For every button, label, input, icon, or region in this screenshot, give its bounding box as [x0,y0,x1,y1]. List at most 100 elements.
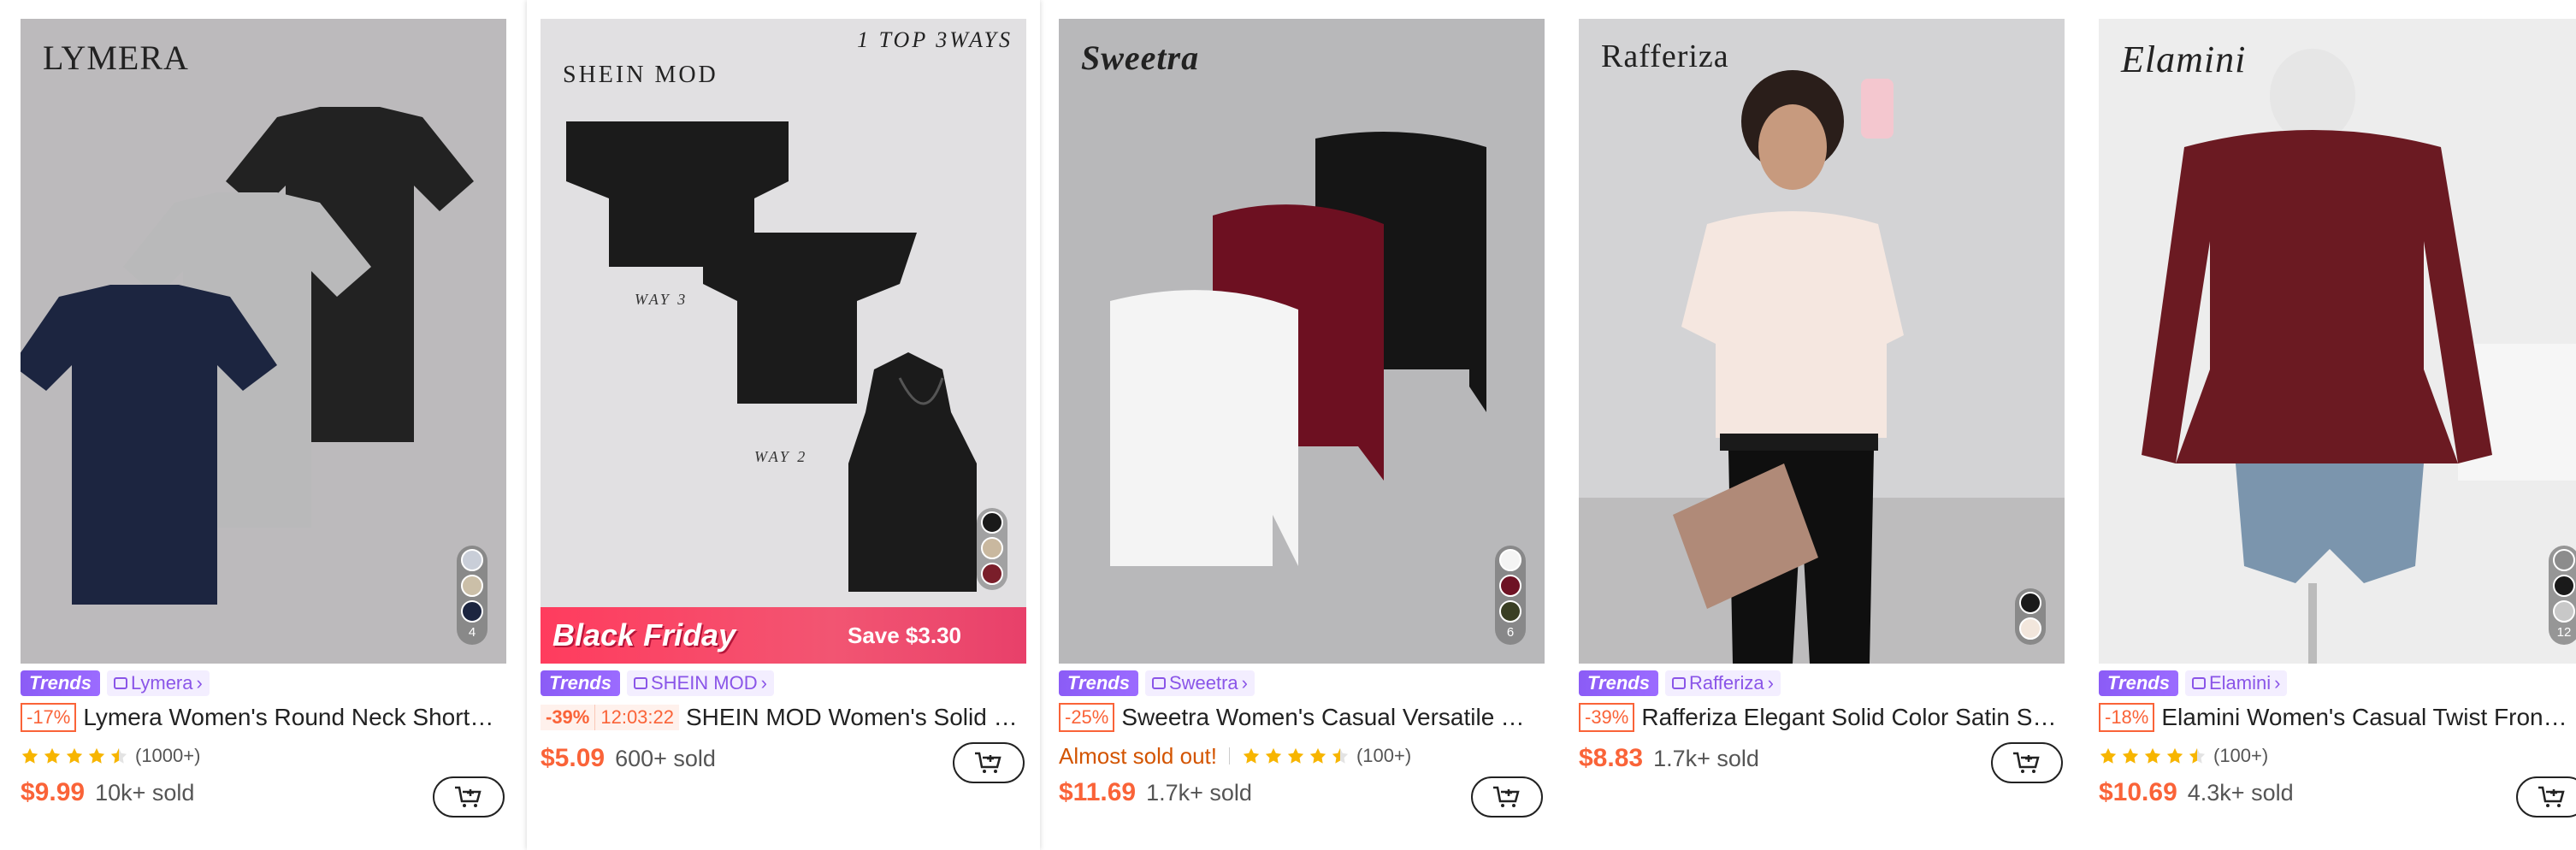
add-to-cart-button[interactable] [1991,742,2063,783]
tag-row: Trends Rafferiza › [1579,670,1781,696]
brand-logo: Rafferiza [1601,38,1729,74]
color-swatch[interactable] [981,563,1003,585]
color-swatches[interactable]: 6 [1495,546,1526,645]
color-swatches[interactable] [2015,588,2046,645]
store-icon [2191,677,2206,689]
price: $11.69 [1059,778,1137,806]
color-swatch[interactable] [1499,549,1521,571]
title-line: -25% Sweetra Women's Casual Versatile Tu… [1059,701,1538,734]
star-icon [88,747,105,764]
trends-badge[interactable]: Trends [2099,670,2178,696]
color-swatch[interactable] [1499,600,1521,623]
product-title[interactable]: Rafferiza Elegant Solid Color Satin Side… [1641,704,2058,731]
sold-count: 10k+ sold [95,780,195,806]
product-image[interactable]: Elamini 12 [2099,19,2576,664]
trends-badge[interactable]: Trends [1059,670,1138,696]
urgency-label: Almost sold out! [1059,742,1217,769]
brand-logo: Elamini [2121,38,2247,80]
store-link[interactable]: Lymera › [106,670,210,696]
star-icon [44,747,61,764]
product-card[interactable]: SHEIN MOD 1 TOP 3WAYS WAY 3 WAY 2 Black … [527,0,1040,850]
brand-logo: Sweetra [1081,38,1200,77]
product-card[interactable]: Rafferiza Trends Rafferiza › -39% Raffer… [1579,0,2065,850]
tshirts-illustration [21,19,506,664]
add-to-cart-button[interactable] [2516,776,2576,818]
chevron-right-icon: › [760,672,767,694]
star-rating [1242,747,1350,765]
product-title[interactable]: Sweetra Women's Casual Versatile Tube To… [1121,704,1538,731]
star-rating [2099,747,2207,765]
store-name: Elamini [2208,672,2272,694]
store-link[interactable]: Sweetra › [1144,670,1255,696]
model-photo-illustration [1579,19,2065,664]
color-swatch[interactable] [981,511,1003,534]
cart-plus-icon [2538,786,2565,807]
add-to-cart-button[interactable] [1471,776,1543,818]
rating-count: (1000+) [135,745,201,766]
product-title[interactable]: Lymera Women's Round Neck Short Sleeve S… [83,704,499,731]
color-swatch[interactable] [1499,575,1521,597]
color-swatch[interactable] [2019,592,2041,614]
color-swatch[interactable] [2019,617,2041,640]
trends-badge[interactable]: Trends [1579,670,1658,696]
store-link[interactable]: SHEIN MOD › [626,670,774,696]
product-title[interactable]: SHEIN MOD Women's Solid Off Shoulder Ruc… [686,704,1019,731]
add-to-cart-button[interactable] [433,776,505,818]
black-friday-banner: Black Friday Save $3.30 [541,607,1026,664]
cart-plus-icon [2013,752,2040,773]
store-name: Sweetra [1168,672,1238,694]
star-icon [1243,747,1260,764]
add-to-cart-button[interactable] [953,742,1025,783]
store-link[interactable]: Rafferiza › [1664,670,1781,696]
rating-line: Almost sold out! (100+) [1059,741,1411,771]
product-image[interactable]: LYMERA 4 [21,19,506,664]
price-line: $11.69 1.7k+ sold [1059,778,1252,812]
discount-timer-badge: -39% 12:03:22 [541,705,679,730]
brand-logo: SHEIN MOD [563,62,718,88]
trends-badge[interactable]: Trends [21,670,100,696]
rating-count: (100+) [2213,745,2269,766]
discount-percent: -39% [546,706,590,728]
promo-corner-text: 1 TOP 3WAYS [857,27,1013,52]
color-swatches[interactable] [977,508,1007,590]
store-link[interactable]: Elamini › [2184,670,2288,696]
product-card[interactable]: LYMERA 4 Trends Lymera › -17% Lymera Wom… [21,0,506,850]
color-swatches[interactable]: 12 [2549,546,2576,645]
product-title[interactable]: Elamini Women's Casual Twist Front Long … [2161,704,2571,731]
way3-label: WAY 3 [635,291,688,308]
half-star-icon [1332,747,1349,764]
swatch-count: 4 [468,625,476,640]
color-swatch[interactable] [461,549,483,571]
half-star-icon [110,747,127,764]
store-name: SHEIN MOD [650,672,758,694]
color-swatches[interactable]: 4 [457,546,487,645]
color-swatch[interactable] [2553,600,2575,623]
price: $8.83 [1579,744,1644,772]
color-swatch[interactable] [461,575,483,597]
chevron-right-icon: › [196,672,203,694]
color-swatch[interactable] [2553,549,2575,571]
tag-row: Trends Elamini › [2099,670,2288,696]
trends-badge[interactable]: Trends [541,670,620,696]
store-name: Rafferiza [1688,672,1764,694]
store-icon [1671,677,1686,689]
title-line: -18% Elamini Women's Casual Twist Front … [2099,701,2571,734]
star-icon [2166,747,2183,764]
color-swatch[interactable] [461,600,483,623]
product-image[interactable]: Sweetra 6 [1059,19,1545,664]
swatch-count: 12 [2556,625,2572,640]
star-icon [2122,747,2139,764]
rating-line: (1000+) [21,741,200,771]
tag-row: Trends Lymera › [21,670,210,696]
product-card[interactable]: Elamini 12 Trends Elamini › -18% Elamini… [2099,0,2576,850]
color-swatch[interactable] [2553,575,2575,597]
star-rating [21,747,128,765]
product-image[interactable]: Rafferiza [1579,19,2065,664]
product-card[interactable]: Sweetra 6 Trends Sweetra › -25% Sweetra … [1059,0,1545,850]
product-image[interactable]: SHEIN MOD 1 TOP 3WAYS WAY 3 WAY 2 Black … [541,19,1026,664]
tube-tops-illustration [1059,19,1545,664]
cart-plus-icon [1493,786,1520,807]
swatch-count: 6 [1506,625,1515,640]
color-swatch[interactable] [981,537,1003,559]
chevron-right-icon: › [1241,672,1248,694]
